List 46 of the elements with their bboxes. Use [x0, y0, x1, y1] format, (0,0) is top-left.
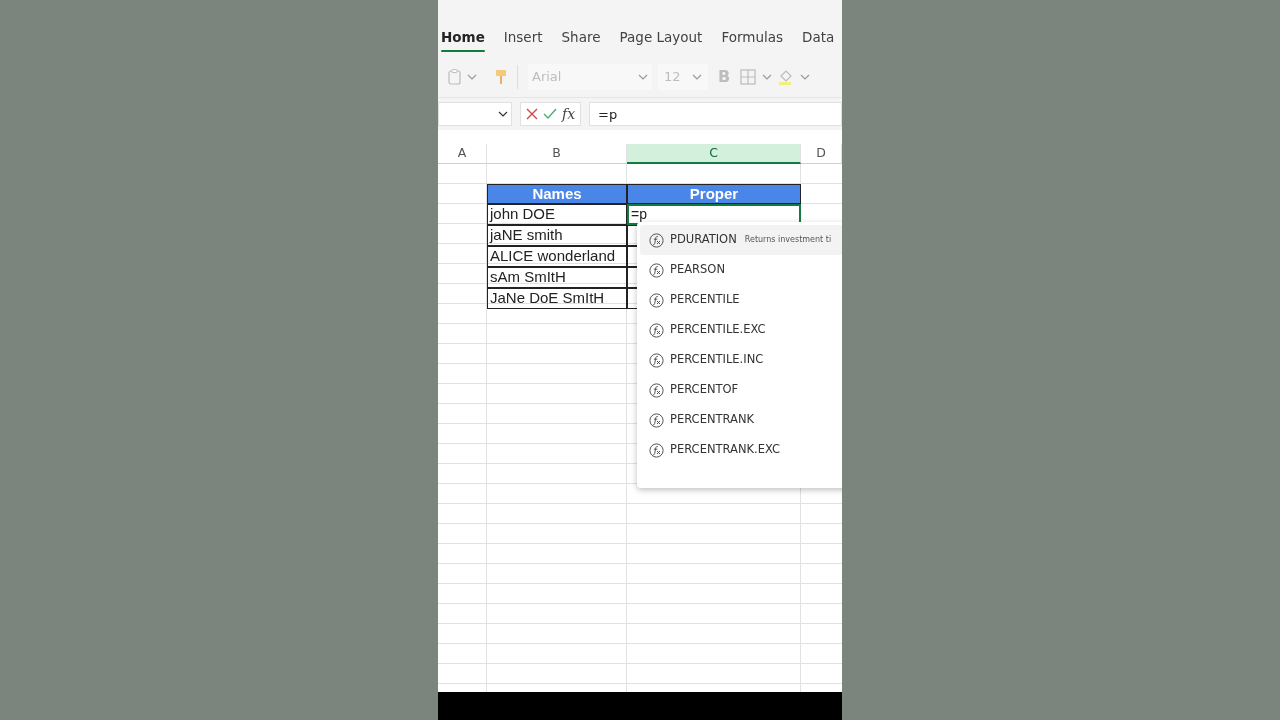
- brush-icon[interactable]: [495, 68, 507, 85]
- function-icon: [649, 292, 664, 308]
- table-cell: sAm SmItH: [487, 267, 627, 288]
- ribbon-tab[interactable]: Home: [441, 18, 496, 56]
- ribbon-tab[interactable]: Data: [802, 18, 842, 56]
- table-header: Names: [487, 184, 627, 204]
- suggestion-item[interactable]: PDURATION Returns investment ti: [640, 225, 842, 255]
- function-icon: [649, 232, 664, 248]
- suggestion-item[interactable]: PERCENTILE.INC: [640, 345, 842, 375]
- suggestion-item[interactable]: PERCENTILE.EXC: [640, 315, 842, 345]
- chevron-icon[interactable]: [467, 73, 477, 80]
- suggestion-item[interactable]: PERCENTRANK: [640, 405, 842, 435]
- column-header[interactable]: A: [438, 144, 487, 164]
- ribbon-tab[interactable]: Share: [561, 18, 612, 56]
- chevron-icon[interactable]: [800, 73, 811, 80]
- function-icon: [649, 322, 664, 338]
- check-icon[interactable]: [543, 108, 557, 120]
- suggestion-item[interactable]: PERCENTRANK.EXC: [640, 435, 842, 465]
- chevron-icon[interactable]: [762, 73, 773, 80]
- function-icon: [649, 382, 664, 398]
- table-cell: ALICE wonderland: [487, 246, 627, 267]
- table-cell: john DOE: [487, 204, 627, 225]
- ribbon-tab[interactable]: Page Layout: [619, 18, 714, 56]
- function-icon: [649, 262, 664, 278]
- column-header[interactable]: B: [487, 144, 627, 164]
- function-icon: [649, 412, 664, 428]
- table-cell: jaNE smith: [487, 225, 627, 246]
- function-description: Returns investment ti: [744, 234, 832, 246]
- name-box[interactable]: [438, 102, 512, 126]
- function-icon: [649, 352, 664, 368]
- suggestion-item[interactable]: PERCENTOF: [640, 375, 842, 405]
- column-header[interactable]: D: [801, 144, 842, 164]
- function-icon: [649, 442, 664, 458]
- column-header[interactable]: C: [627, 144, 801, 164]
- chevron-icon: [638, 73, 648, 80]
- ribbon-tab[interactable]: Insert: [503, 18, 554, 56]
- borders-icon[interactable]: [740, 68, 757, 85]
- ribbon-tab[interactable]: Formulas: [721, 18, 794, 56]
- clipboard-icon[interactable]: [448, 68, 461, 85]
- cancel-icon[interactable]: [526, 108, 538, 120]
- table-cell: JaNe DoE SmItH: [487, 288, 627, 309]
- formula-input[interactable]: =p: [589, 102, 842, 126]
- table-header: Proper: [627, 184, 801, 204]
- chevron-icon: [692, 73, 702, 80]
- suggestion-item[interactable]: PEARSON: [640, 255, 842, 285]
- suggestion-item[interactable]: PERCENTILE: [640, 285, 842, 315]
